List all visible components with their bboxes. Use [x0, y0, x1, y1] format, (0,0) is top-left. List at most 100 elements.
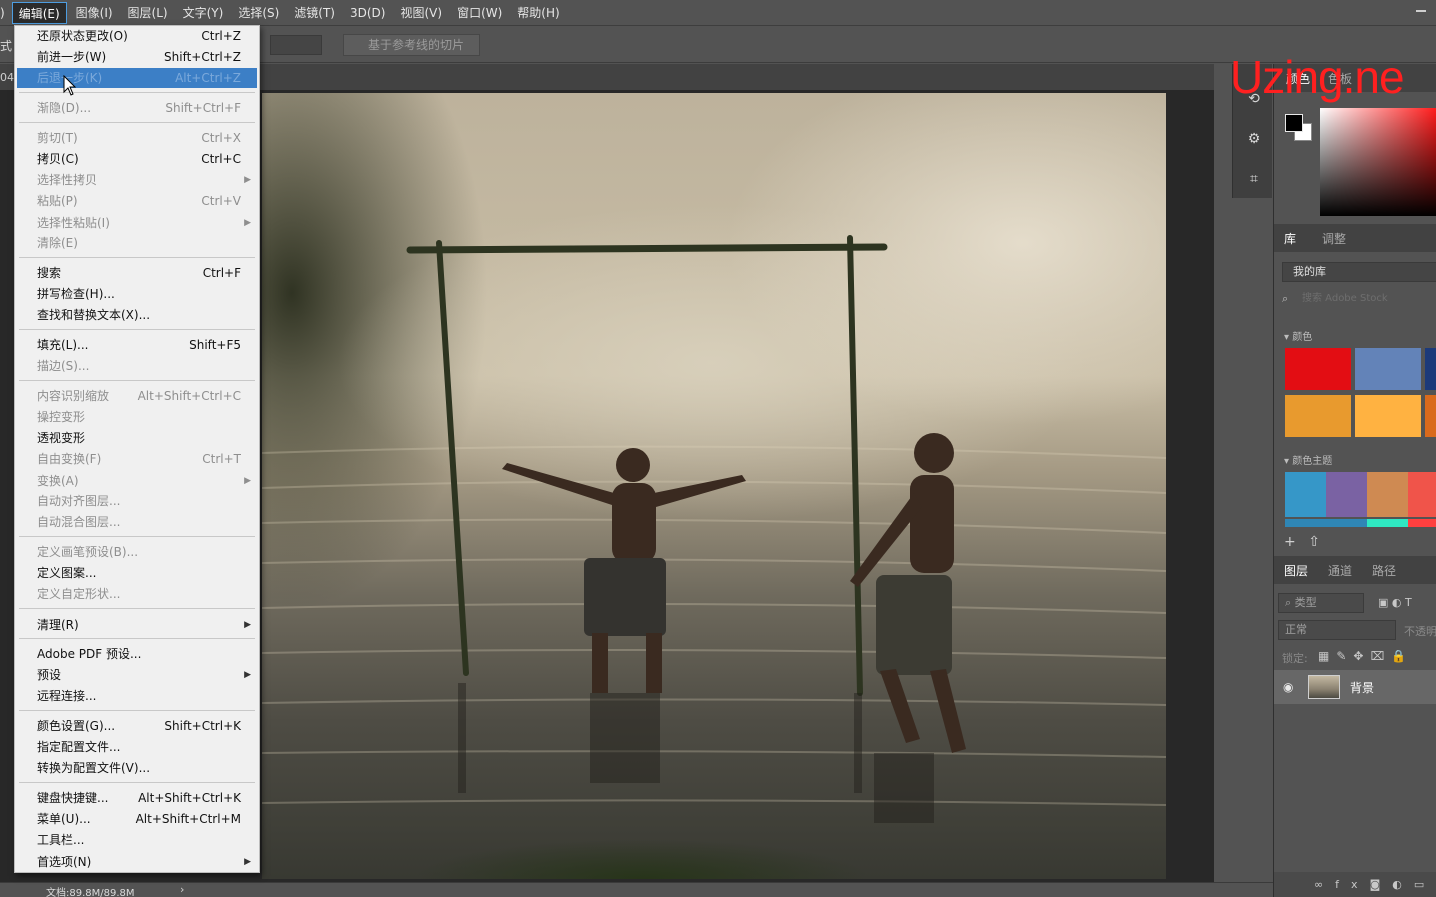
menu-perspective-warp[interactable]: 透视变形	[17, 428, 257, 448]
color-theme-strip[interactable]	[1408, 519, 1436, 527]
layer-row-background[interactable]: ◉ 背景	[1274, 670, 1436, 704]
color-theme-strip[interactable]	[1285, 519, 1367, 527]
menu-clear[interactable]: 清除(E)	[17, 233, 257, 253]
menu-item-window[interactable]: 窗口(W)	[451, 2, 508, 24]
color-theme-chip[interactable]	[1367, 472, 1408, 517]
layer-filter-icons[interactable]: ▣ ◐ T	[1378, 596, 1412, 609]
tab-channels[interactable]: 通道	[1328, 562, 1352, 579]
color-spectrum[interactable]	[1320, 108, 1436, 216]
menu-item-type[interactable]: 文字(Y)	[177, 2, 230, 24]
color-theme-chip[interactable]	[1408, 472, 1436, 517]
library-tab-row: 库 调整	[1274, 224, 1436, 252]
eye-icon[interactable]: ◉	[1283, 680, 1293, 694]
library-color-swatch[interactable]	[1285, 348, 1351, 390]
menu-item-filter[interactable]: 滤镜(T)	[288, 2, 341, 24]
minimize-icon[interactable]	[1416, 10, 1426, 12]
menu-item-help[interactable]: 帮助(H)	[511, 2, 565, 24]
menu-item-3d[interactable]: 3D(D)	[344, 2, 391, 24]
menu-label: 透视变形	[37, 431, 86, 445]
menu-item-image[interactable]: 图像(I)	[70, 2, 119, 24]
upload-icon[interactable]: ⇧	[1308, 534, 1320, 550]
tab-library[interactable]: 库	[1284, 230, 1296, 247]
mouse-cursor-icon	[63, 75, 77, 96]
menu-menus[interactable]: 菜单(U)... Alt+Shift+Ctrl+M	[17, 809, 257, 829]
options-field[interactable]	[270, 35, 322, 55]
library-color-swatch[interactable]	[1355, 395, 1421, 437]
menu-assign-profile[interactable]: 指定配置文件...	[17, 737, 257, 757]
menu-paste-special[interactable]: 选择性粘贴(I) ▶	[17, 213, 257, 233]
library-color-swatch[interactable]	[1425, 348, 1436, 390]
status-menu-arrow[interactable]: ›	[180, 883, 184, 896]
color-theme-chip[interactable]	[1285, 472, 1326, 517]
menu-fade[interactable]: 渐隐(D)... Shift+Ctrl+F	[17, 98, 257, 118]
adjustment-icon[interactable]: ◐	[1392, 878, 1414, 891]
properties-icon[interactable]: ⚙	[1245, 130, 1263, 148]
menu-color-settings[interactable]: 颜色设置(G)... Shift+Ctrl+K	[17, 716, 257, 736]
menu-puppet-warp[interactable]: 操控变形	[17, 407, 257, 427]
slices-from-guides-button[interactable]: 基于参考线的切片	[343, 34, 480, 56]
tab-layers[interactable]: 图层	[1284, 562, 1308, 579]
menu-presets[interactable]: 预设 ▶	[17, 665, 257, 685]
menu-define-brush-preset[interactable]: 定义画笔预设(B)...	[17, 542, 257, 562]
menu-convert-to-profile[interactable]: 转换为配置文件(V)...	[17, 758, 257, 778]
menu-remote-connections[interactable]: 远程连接...	[17, 686, 257, 706]
menu-transform[interactable]: 变换(A) ▶	[17, 471, 257, 491]
menu-copy[interactable]: 拷贝(C) Ctrl+C	[17, 149, 257, 169]
lock-icons[interactable]: ▦✎✥⌧🔒	[1318, 649, 1413, 663]
menu-label: 定义自定形状...	[37, 587, 121, 601]
menu-item-prev[interactable]: )	[0, 2, 9, 24]
menu-check-spelling[interactable]: 拼写检查(H)...	[17, 284, 257, 304]
library-color-swatch[interactable]	[1285, 395, 1351, 437]
menu-copy-special[interactable]: 选择性拷贝 ▶	[17, 170, 257, 190]
menu-define-custom-shape[interactable]: 定义自定形状...	[17, 584, 257, 604]
paths-icon[interactable]: ⌗	[1245, 170, 1263, 188]
menu-stroke[interactable]: 描边(S)...	[17, 356, 257, 376]
menu-item-layer[interactable]: 图层(L)	[122, 2, 174, 24]
menu-fill[interactable]: 填充(L)... Shift+F5	[17, 335, 257, 355]
add-icon[interactable]: +	[1284, 534, 1296, 550]
menu-paste[interactable]: 粘贴(P) Ctrl+V	[17, 191, 257, 211]
menu-toolbar[interactable]: 工具栏...	[17, 830, 257, 850]
blend-mode-select[interactable]: 正常	[1278, 620, 1396, 640]
menu-define-pattern[interactable]: 定义图案...	[17, 563, 257, 583]
color-theme-chip[interactable]	[1326, 472, 1367, 517]
themes-section-header[interactable]: ▾ 颜色主题	[1284, 452, 1332, 467]
tab-paths[interactable]: 路径	[1372, 562, 1396, 579]
menu-shortcut: Shift+F5	[189, 338, 241, 352]
foreground-color-swatch[interactable]	[1285, 114, 1303, 132]
library-color-swatch[interactable]	[1425, 395, 1436, 437]
library-color-swatch[interactable]	[1355, 348, 1421, 390]
menu-find-replace[interactable]: 查找和替换文本(X)...	[17, 305, 257, 325]
menu-item-edit[interactable]: 编辑(E)	[11, 1, 67, 24]
menu-auto-blend-layers[interactable]: 自动混合图层...	[17, 512, 257, 532]
menu-label: 自动对齐图层...	[37, 494, 121, 508]
menu-cut[interactable]: 剪切(T) Ctrl+X	[17, 128, 257, 148]
menu-step-backward[interactable]: 后退一步(K) Alt+Ctrl+Z	[17, 68, 257, 88]
mask-icon[interactable]: ◙	[1370, 878, 1393, 891]
tab-adjustments[interactable]: 调整	[1322, 230, 1346, 247]
menu-auto-align-layers[interactable]: 自动对齐图层...	[17, 491, 257, 511]
document-tab[interactable]: 04	[0, 71, 14, 84]
menu-item-select[interactable]: 选择(S)	[232, 2, 285, 24]
menu-shortcut: Ctrl+X	[201, 131, 241, 145]
menu-content-aware-scale[interactable]: 内容识别缩放 Alt+Shift+Ctrl+C	[17, 386, 257, 406]
menu-adobe-pdf-presets[interactable]: Adobe PDF 预设...	[17, 644, 257, 664]
color-theme-strip[interactable]	[1367, 519, 1408, 527]
document-photo[interactable]	[262, 93, 1166, 879]
link-icon[interactable]: ∞	[1314, 878, 1335, 891]
menu-preferences[interactable]: 首选项(N) ▶	[17, 852, 257, 872]
menu-step-forward[interactable]: 前进一步(W) Shift+Ctrl+Z	[17, 47, 257, 67]
menu-search[interactable]: 搜索 Ctrl+F	[17, 263, 257, 283]
layer-filter-select[interactable]: ⌕ 类型	[1278, 593, 1364, 613]
menu-undo[interactable]: 还原状态更改(O) Ctrl+Z	[17, 26, 257, 46]
menu-keyboard-shortcuts[interactable]: 键盘快捷键... Alt+Shift+Ctrl+K	[17, 788, 257, 808]
library-select[interactable]: 我的库	[1282, 262, 1436, 282]
colors-section-header[interactable]: ▾ 颜色	[1284, 328, 1312, 343]
library-search-input[interactable]: 搜索 Adobe Stock	[1300, 290, 1436, 308]
menu-purge[interactable]: 清理(R) ▶	[17, 615, 257, 635]
menu-separator	[19, 638, 255, 639]
menu-free-transform[interactable]: 自由变换(F) Ctrl+T	[17, 449, 257, 469]
folder-icon[interactable]: ▭	[1414, 878, 1436, 891]
menu-item-view[interactable]: 视图(V)	[394, 2, 448, 24]
fx-icon[interactable]: fx	[1335, 878, 1369, 891]
